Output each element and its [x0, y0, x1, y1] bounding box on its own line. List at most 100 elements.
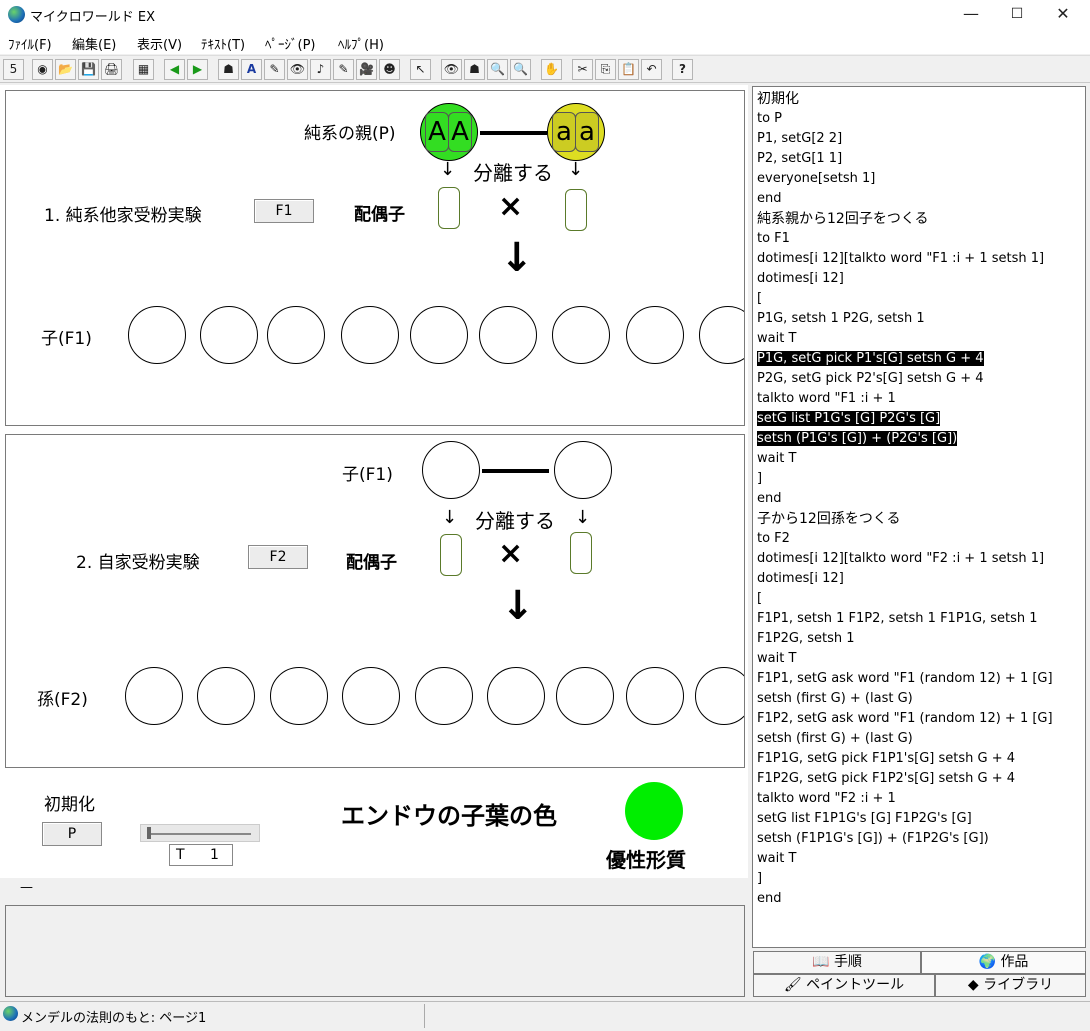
- code-line[interactable]: 子から12回孫をつくる: [757, 509, 1081, 529]
- maximize-button[interactable]: ☐: [994, 0, 1040, 30]
- offspring-circle[interactable]: [552, 306, 610, 364]
- code-line[interactable]: P1G, setsh 1 P2G, setsh 1: [757, 309, 1081, 329]
- code-line[interactable]: setsh (first G) + (last G): [757, 729, 1081, 749]
- code-line[interactable]: [: [757, 589, 1081, 609]
- code-line[interactable]: P1G, setG pick P1's[G] setsh G + 4: [757, 349, 1081, 369]
- menu-page[interactable]: ﾍﾟｰｼﾞ(P): [265, 34, 315, 53]
- code-line[interactable]: wait T: [757, 329, 1081, 349]
- code-line[interactable]: 初期化: [757, 89, 1081, 109]
- menu-file[interactable]: ﾌｧｲﾙ(F): [8, 34, 52, 53]
- code-line[interactable]: F1P1G, setG pick F1P1's[G] setsh G + 4: [757, 749, 1081, 769]
- paste-icon[interactable]: 📋: [618, 59, 639, 80]
- minimize-button[interactable]: —: [948, 0, 994, 30]
- pen-icon[interactable]: ✎: [264, 59, 285, 80]
- grandchild-circle[interactable]: [415, 667, 473, 725]
- code-line[interactable]: setsh (first G) + (last G): [757, 689, 1081, 709]
- turtle-icon[interactable]: ☗: [218, 59, 239, 80]
- offspring-circle[interactable]: [341, 306, 399, 364]
- code-line[interactable]: end: [757, 189, 1081, 209]
- code-line[interactable]: to F2: [757, 529, 1081, 549]
- back-arrow-icon[interactable]: ◀: [164, 59, 185, 80]
- menu-text[interactable]: ﾃｷｽﾄ(T): [201, 34, 245, 53]
- tab-procedures[interactable]: 📖 手順: [753, 951, 921, 974]
- init-p-button[interactable]: P: [42, 822, 102, 846]
- code-line[interactable]: wait T: [757, 649, 1081, 669]
- open-folder-icon[interactable]: 📂: [55, 59, 76, 80]
- grandchild-circle[interactable]: [487, 667, 545, 725]
- code-line[interactable]: 純系親から12回子をつくる: [757, 209, 1081, 229]
- code-line[interactable]: end: [757, 489, 1081, 509]
- slider-thumb[interactable]: [147, 827, 151, 839]
- code-line[interactable]: talkto word "F1 :i + 1: [757, 389, 1081, 409]
- code-line[interactable]: F1P2G, setG pick F1P2's[G] setsh G + 4: [757, 769, 1081, 789]
- code-line[interactable]: dotimes[i 12][talkto word "F1 :i + 1 set…: [757, 249, 1081, 269]
- code-line[interactable]: setG list F1P1G's [G] F1P2G's [G]: [757, 809, 1081, 829]
- code-line[interactable]: P1, setG[2 2]: [757, 129, 1081, 149]
- offspring-circle[interactable]: [626, 306, 684, 364]
- stamp-icon[interactable]: ☗: [464, 59, 485, 80]
- code-line[interactable]: setG list P1G's [G] P2G's [G]: [757, 409, 1081, 429]
- grandchild-circle[interactable]: [556, 667, 614, 725]
- speed-slider[interactable]: [140, 824, 260, 842]
- zoom-in-icon[interactable]: 🔍: [487, 59, 508, 80]
- procedures-panel[interactable]: 初期化 to P P1, setG[2 2] P2, setG[1 1] everyon…: [752, 86, 1086, 948]
- grandchild-circle[interactable]: [270, 667, 328, 725]
- globe-icon[interactable]: ◉: [32, 59, 53, 80]
- pages-icon[interactable]: ▦: [133, 59, 154, 80]
- code-line[interactable]: dotimes[i 12][talkto word "F2 :i + 1 set…: [757, 549, 1081, 569]
- code-line[interactable]: dotimes[i 12]: [757, 569, 1081, 589]
- offspring-circle[interactable]: [410, 306, 468, 364]
- toolbar-button-1[interactable]: 5: [3, 59, 24, 80]
- code-line[interactable]: to F1: [757, 229, 1081, 249]
- code-line[interactable]: setsh (P1G's [G]) + (P2G's [G]): [757, 429, 1081, 449]
- close-button[interactable]: ✕: [1040, 0, 1086, 30]
- eye-icon[interactable]: 👁: [287, 59, 308, 80]
- tab-projects[interactable]: 🌍 作品: [921, 951, 1086, 974]
- offspring-circle[interactable]: [200, 306, 258, 364]
- code-line[interactable]: F1P1, setG ask word "F1 (random 12) + 1 …: [757, 669, 1081, 689]
- music-icon[interactable]: ♪: [310, 59, 331, 80]
- text-box-icon[interactable]: A: [241, 59, 262, 80]
- help-icon[interactable]: ?: [672, 59, 693, 80]
- grandchild-circle[interactable]: [695, 667, 744, 725]
- code-line[interactable]: wait T: [757, 449, 1081, 469]
- grandchild-circle[interactable]: [197, 667, 255, 725]
- code-line[interactable]: talkto word "F2 :i + 1: [757, 789, 1081, 809]
- menu-help[interactable]: ﾍﾙﾌﾟ(H): [338, 34, 384, 53]
- offspring-circle[interactable]: [699, 306, 744, 364]
- code-line[interactable]: wait T: [757, 849, 1081, 869]
- code-line[interactable]: ]: [757, 469, 1081, 489]
- grandchild-circle[interactable]: [626, 667, 684, 725]
- save-icon[interactable]: 💾: [78, 59, 99, 80]
- code-line[interactable]: everyone[setsh 1]: [757, 169, 1081, 189]
- menu-edit[interactable]: 編集(E): [72, 34, 116, 53]
- tab-paint-tools[interactable]: 🖌 ペイントツール: [753, 974, 935, 997]
- code-line[interactable]: [: [757, 289, 1081, 309]
- dominant-trait-circle[interactable]: [625, 782, 683, 840]
- code-line[interactable]: ]: [757, 869, 1081, 889]
- offspring-circle[interactable]: [479, 306, 537, 364]
- code-line[interactable]: to P: [757, 109, 1081, 129]
- code-line[interactable]: F1P1, setsh 1 F1P2, setsh 1 F1P1G, setsh…: [757, 609, 1081, 629]
- print-icon[interactable]: 🖨: [101, 59, 122, 80]
- code-line[interactable]: setsh (F1P1G's [G]) + (F1P2G's [G]): [757, 829, 1081, 849]
- offspring-circle[interactable]: [267, 306, 325, 364]
- code-line[interactable]: F1P2G, setsh 1: [757, 629, 1081, 649]
- copy-icon[interactable]: ⎘: [595, 59, 616, 80]
- zoom-out-icon[interactable]: 🔍: [510, 59, 531, 80]
- grandchild-circle[interactable]: [125, 667, 183, 725]
- forward-arrow-icon[interactable]: ▶: [187, 59, 208, 80]
- code-line[interactable]: end: [757, 889, 1081, 909]
- code-line[interactable]: P2G, setG pick P2's[G] setsh G + 4: [757, 369, 1081, 389]
- code-line[interactable]: dotimes[i 12]: [757, 269, 1081, 289]
- brush-icon[interactable]: ✎: [333, 59, 354, 80]
- menu-view[interactable]: 表示(V): [137, 34, 182, 53]
- grandchild-circle[interactable]: [342, 667, 400, 725]
- pointer-icon[interactable]: ↖: [410, 59, 431, 80]
- undo-icon[interactable]: ↶: [641, 59, 662, 80]
- character-icon[interactable]: ☻: [379, 59, 400, 80]
- code-line[interactable]: F1P2, setG ask word "F1 (random 12) + 1 …: [757, 709, 1081, 729]
- view-icon[interactable]: 👁: [441, 59, 462, 80]
- code-line[interactable]: P2, setG[1 1]: [757, 149, 1081, 169]
- command-center[interactable]: [5, 905, 745, 997]
